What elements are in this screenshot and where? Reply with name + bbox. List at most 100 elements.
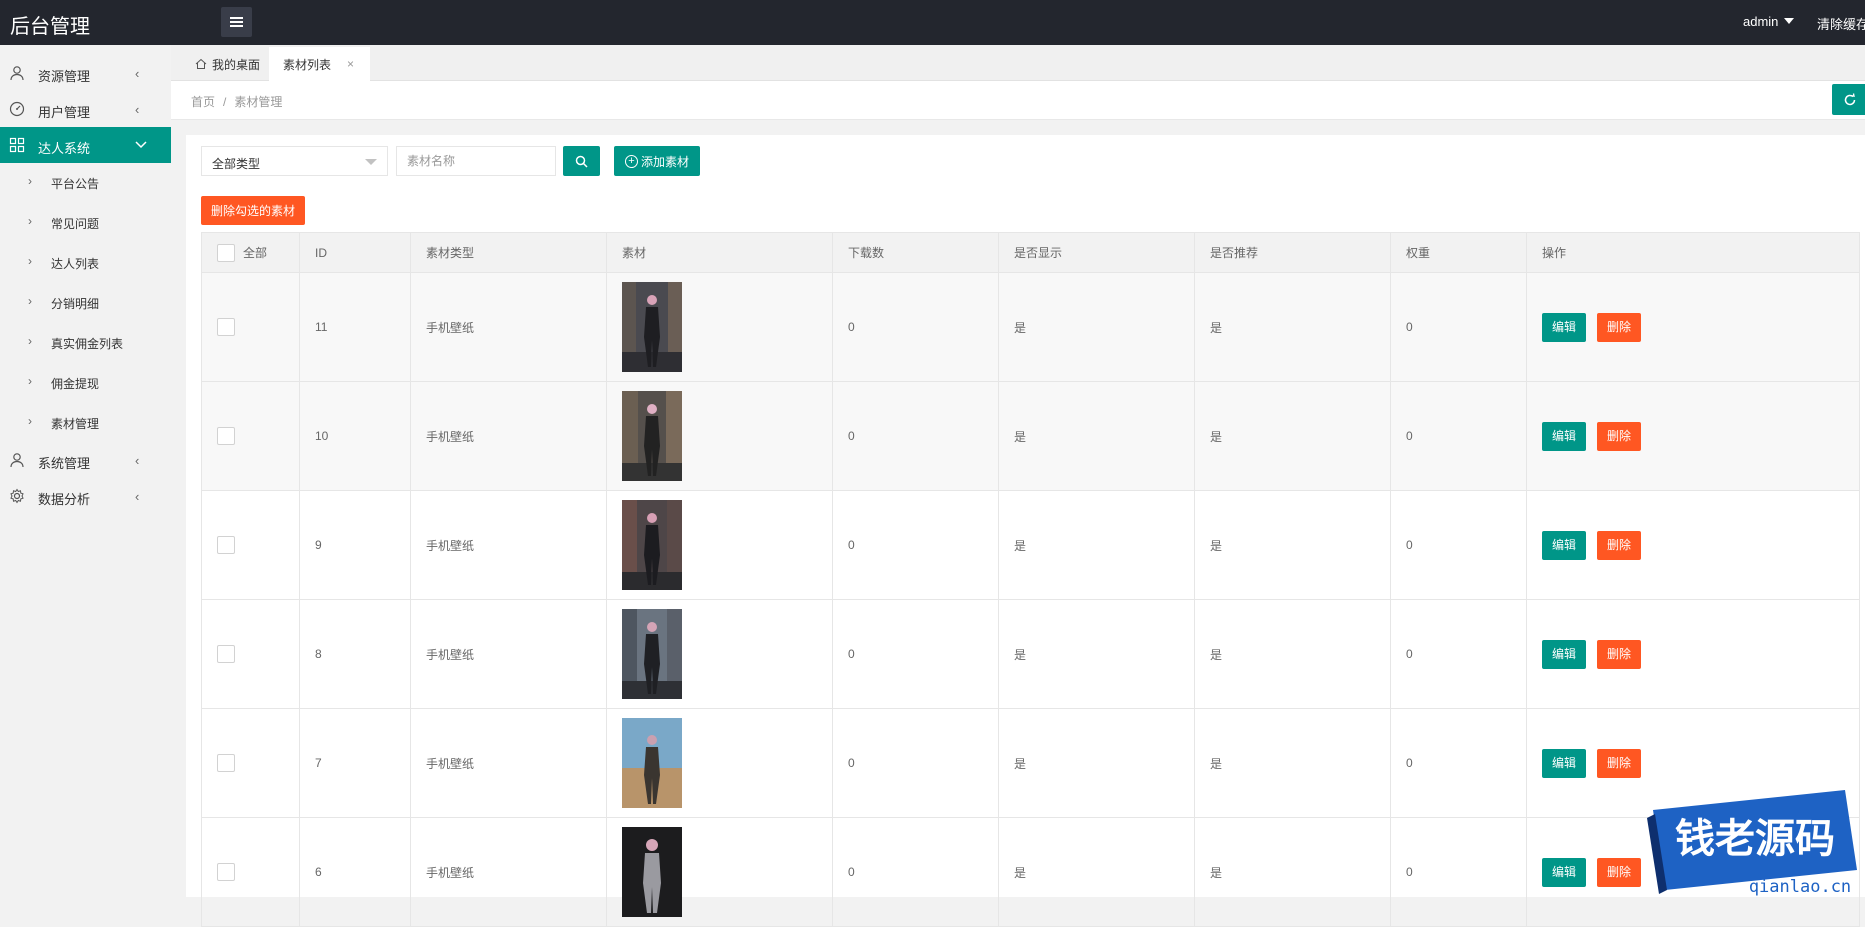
cell-recommend: 是 <box>1194 381 1391 491</box>
tab-material-list[interactable]: 素材列表 × <box>269 47 370 81</box>
cell-type: 手机壁纸 <box>410 272 607 382</box>
cell-type: 手机壁纸 <box>410 381 607 491</box>
edit-button[interactable]: 编辑 <box>1542 421 1586 451</box>
edit-button[interactable]: 编辑 <box>1542 639 1586 669</box>
cell-type: 手机壁纸 <box>410 817 607 927</box>
material-thumbnail[interactable] <box>622 500 682 590</box>
table-header-row: 全部 ID 素材类型 素材 下载数 是否显示 是否推荐 权重 操作 <box>201 232 1860 273</box>
chevron-down-icon <box>135 141 147 149</box>
breadcrumb-home[interactable]: 首页 <box>191 95 215 109</box>
material-thumbnail[interactable] <box>622 718 682 808</box>
cell-show: 是 <box>998 381 1195 491</box>
cell-weight: 0 <box>1390 599 1527 709</box>
cell-downloads: 0 <box>832 817 999 927</box>
add-material-button[interactable]: + 添加素材 <box>614 146 700 176</box>
plus-circle-icon: + <box>624 154 638 168</box>
cell-id: 11 <box>299 272 411 382</box>
delete-button[interactable]: 删除 <box>1597 312 1641 342</box>
table-row: 10 手机壁纸 0 是 是 0 编辑 删除 <box>201 381 1860 491</box>
chevron-right-icon: › <box>28 254 32 268</box>
sidebar-sub-withdraw[interactable]: › 佣金提现 <box>0 364 171 400</box>
user-icon <box>10 66 24 81</box>
breadcrumb: 首页 / 素材管理 <box>191 93 282 110</box>
sidebar-item-resource[interactable]: 资源管理 ‹ <box>0 55 171 91</box>
search-button[interactable] <box>563 146 600 176</box>
cell-id: 6 <box>299 817 411 927</box>
edit-button[interactable]: 编辑 <box>1542 857 1586 887</box>
breadcrumb-bar: 首页 / 素材管理 <box>171 81 1865 120</box>
hamburger-icon <box>230 18 243 26</box>
cell-weight: 0 <box>1390 381 1527 491</box>
col-header: 素材 <box>606 232 833 273</box>
sidebar-sub-talent-list[interactable]: › 达人列表 <box>0 244 171 280</box>
sidebar-sub-material[interactable]: › 素材管理 <box>0 404 171 440</box>
chevron-right-icon: › <box>28 294 32 308</box>
sidebar-sub-label: 真实佣金列表 <box>51 337 124 351</box>
clear-cache-link[interactable]: 清除缓存 <box>1817 14 1865 33</box>
sidebar-item-analytics[interactable]: 数据分析 ‹ <box>0 478 171 514</box>
material-table: 全部 ID 素材类型 素材 下载数 是否显示 是否推荐 权重 操作 11 手机壁… <box>201 232 1860 927</box>
tab-bar: 我的桌面 素材列表 × <box>171 45 1865 81</box>
type-select-value: 全部类型 <box>212 157 261 171</box>
row-checkbox[interactable] <box>217 536 235 554</box>
row-checkbox[interactable] <box>217 427 235 445</box>
menu-toggle-button[interactable] <box>221 7 252 37</box>
material-thumbnail[interactable] <box>622 391 682 481</box>
user-icon <box>10 453 24 468</box>
table-row: 6 手机壁纸 0 是 是 0 编辑 删除 <box>201 817 1860 927</box>
watermark-url: qianlao.cn <box>1749 877 1851 897</box>
material-thumbnail[interactable] <box>622 827 682 917</box>
cell-recommend: 是 <box>1194 817 1391 927</box>
add-material-label: 添加素材 <box>640 154 689 169</box>
delete-button[interactable]: 删除 <box>1597 530 1641 560</box>
delete-button[interactable]: 删除 <box>1597 639 1641 669</box>
chevron-right-icon: › <box>28 174 32 188</box>
edit-button[interactable]: 编辑 <box>1542 748 1586 778</box>
row-checkbox[interactable] <box>217 645 235 663</box>
cell-show: 是 <box>998 599 1195 709</box>
chevron-right-icon: › <box>28 334 32 348</box>
top-header: 后台管理 admin 清除缓存 <box>0 0 1865 45</box>
sidebar-sub-label: 达人列表 <box>51 257 100 271</box>
col-header: 是否推荐 <box>1194 232 1391 273</box>
sidebar-sub-announcement[interactable]: › 平台公告 <box>0 164 171 200</box>
cell-downloads: 0 <box>832 708 999 818</box>
tab-label: 我的桌面 <box>212 57 261 72</box>
sidebar-item-label: 资源管理 <box>38 69 91 84</box>
close-icon[interactable]: × <box>347 57 354 71</box>
edit-button[interactable]: 编辑 <box>1542 312 1586 342</box>
edit-button[interactable]: 编辑 <box>1542 530 1586 560</box>
chevron-left-icon: ‹ <box>135 489 140 504</box>
select-all-checkbox[interactable] <box>217 243 235 262</box>
sidebar-item-talent[interactable]: 达人系统 <box>0 127 171 163</box>
delete-selected-button[interactable]: 删除勾选的素材 <box>201 196 305 225</box>
row-checkbox[interactable] <box>217 863 235 881</box>
sidebar-sub-distribution[interactable]: › 分销明细 <box>0 284 171 320</box>
material-thumbnail[interactable] <box>622 282 682 372</box>
sidebar-sub-commission-list[interactable]: › 真实佣金列表 <box>0 324 171 360</box>
sidebar-item-label: 数据分析 <box>38 492 91 507</box>
sidebar-item-users[interactable]: 用户管理 ‹ <box>0 91 171 127</box>
refresh-icon <box>1844 92 1855 105</box>
material-name-input[interactable] <box>396 146 556 176</box>
cell-id: 8 <box>299 599 411 709</box>
user-menu[interactable]: admin <box>1743 14 1795 29</box>
sidebar-sub-faq[interactable]: › 常见问题 <box>0 204 171 240</box>
delete-button[interactable]: 删除 <box>1597 748 1641 778</box>
sidebar-item-system[interactable]: 系统管理 ‹ <box>0 442 171 478</box>
row-checkbox[interactable] <box>217 318 235 336</box>
cell-show: 是 <box>998 817 1195 927</box>
sidebar-sub-label: 分销明细 <box>51 297 100 311</box>
type-select[interactable]: 全部类型 <box>201 146 388 176</box>
caret-down-icon <box>365 159 377 165</box>
cell-downloads: 0 <box>832 599 999 709</box>
refresh-button[interactable] <box>1832 84 1865 115</box>
row-checkbox[interactable] <box>217 754 235 772</box>
delete-button[interactable]: 删除 <box>1597 421 1641 451</box>
material-thumbnail[interactable] <box>622 609 682 699</box>
cell-recommend: 是 <box>1194 490 1391 600</box>
watermark-title: 钱老源码 <box>1675 816 1835 862</box>
delete-button[interactable]: 删除 <box>1597 857 1641 887</box>
col-header: 素材类型 <box>410 232 607 273</box>
tab-desktop[interactable]: 我的桌面 <box>181 47 274 81</box>
